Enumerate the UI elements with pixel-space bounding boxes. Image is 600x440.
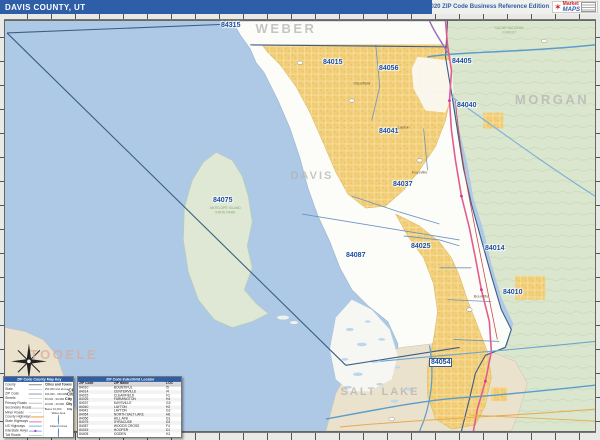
line-sample xyxy=(31,407,45,409)
table-row: 84405 OGDEN H1 xyxy=(79,432,171,436)
logo-star-icon: ✶ xyxy=(554,1,562,12)
city-label: Layton xyxy=(398,124,410,129)
map-key-panel: ZIP Code County Map Key County State ZIP… xyxy=(3,376,74,438)
park-label-line1: ANTELOPE ISLAND xyxy=(210,206,242,210)
city-label: Clearfield xyxy=(353,81,370,86)
line-sample xyxy=(28,388,42,390)
legend-water-area: Water Area xyxy=(45,412,73,425)
zip-label-84405: 84405 xyxy=(452,58,472,65)
county-label-morgan: MORGAN xyxy=(514,92,590,107)
zip-label-84075: 84075 xyxy=(213,197,233,204)
county-label-tooele: TOOELE xyxy=(29,347,99,362)
zip-label-84054: 84054 xyxy=(429,358,453,367)
logo-brand-bottom: MAPS xyxy=(562,6,580,13)
zip-label-84015: 84015 xyxy=(323,59,343,66)
zip-label-84041: 84041 xyxy=(379,128,399,135)
county-label-davis: DAVIS xyxy=(290,170,334,182)
legend-row: Toll Roads xyxy=(5,433,42,438)
line-sample xyxy=(28,429,42,433)
zip-index-panel: ZIP Code Index/Grid Locator ZIP Code ZIP… xyxy=(77,376,182,438)
zip-label-84315: 84315 xyxy=(221,22,241,29)
zip-label-84040: 84040 xyxy=(457,102,477,109)
legend-road-column: County State ZIP Code Streets Primary Ro… xyxy=(4,381,45,438)
county-label-salt-lake: SALT LAKE xyxy=(340,386,420,398)
forest-label-line2: FOREST xyxy=(502,30,516,34)
park-label-line2: STATE PARK xyxy=(215,211,236,215)
zip-label-84056: 84056 xyxy=(379,65,399,72)
zip-label-84010: 84010 xyxy=(503,289,523,296)
map-document: DAVIS COUNTY, UT 2020 ZIP Code Business … xyxy=(0,0,600,440)
publisher-logo: ✶ Market MAPS xyxy=(552,1,598,13)
zip-label-84087: 84087 xyxy=(346,252,366,259)
forest-label-line1: CACHE NATIONAL xyxy=(495,26,525,30)
line-sample xyxy=(28,435,42,437)
zip-label-84037: 84037 xyxy=(393,181,413,188)
county-label-weber: WEBER xyxy=(255,21,317,36)
header-right-panel: 2020 ZIP Code Business Reference Edition… xyxy=(427,0,600,14)
edition-label: 2020 ZIP Code Business Reference Edition xyxy=(427,4,550,10)
legend-cities-column: Cities and Towns 250,000 and aboveCity 1… xyxy=(44,382,73,437)
line-sample xyxy=(28,393,42,395)
zip-label-84014: 84014 xyxy=(485,245,505,252)
islet xyxy=(277,315,290,320)
city-label: Bountiful xyxy=(474,294,490,299)
city-label: Kaysville xyxy=(412,169,428,174)
line-sample xyxy=(28,384,42,386)
line-sample xyxy=(28,402,42,404)
water-area-sample xyxy=(57,414,59,425)
map-canvas: ANTELOPE ISLAND STATE PARK CACHE NATIONA… xyxy=(4,20,596,432)
line-sample xyxy=(28,425,42,428)
zip-label-84025: 84025 xyxy=(411,243,431,250)
islet xyxy=(290,321,299,325)
page-title: DAVIS COUNTY, UT xyxy=(5,2,86,12)
urban-patch xyxy=(515,275,546,300)
logo-address-block xyxy=(581,2,596,12)
legend-adjacent-area: Adjacent Area xyxy=(45,425,73,437)
line-sample xyxy=(28,420,42,423)
adjacent-area-sample xyxy=(57,427,59,437)
line-sample xyxy=(30,416,44,418)
grid-ruler-right xyxy=(596,14,600,440)
